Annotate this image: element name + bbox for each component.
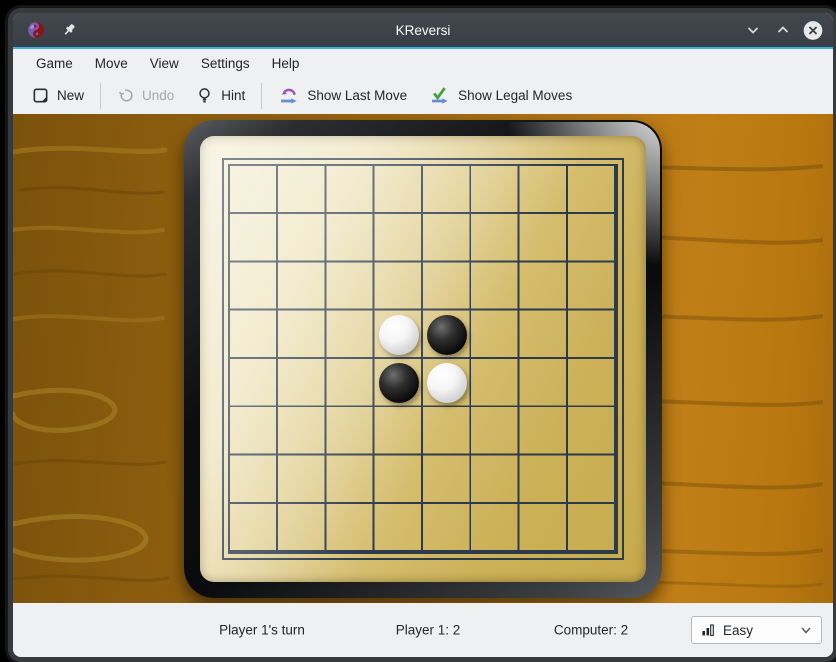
hint-button[interactable]: Hint	[185, 81, 256, 111]
toolbar: New Undo Hint	[13, 77, 833, 114]
menu-settings[interactable]: Settings	[190, 52, 261, 75]
new-button-label: New	[57, 88, 84, 103]
show-legal-moves-button[interactable]: Show Legal Moves	[418, 81, 583, 111]
menubar: Game Move View Settings Help	[13, 49, 833, 77]
game-piece-black	[379, 363, 419, 403]
toolbar-separator	[100, 83, 101, 109]
menu-game[interactable]: Game	[25, 52, 84, 75]
last-move-arrow-icon	[278, 85, 299, 106]
window-title: KReversi	[13, 23, 833, 38]
board-panel	[200, 136, 646, 582]
game-piece-white	[379, 315, 419, 355]
show-last-move-button[interactable]: Show Last Move	[267, 81, 418, 111]
board-frame	[184, 120, 662, 598]
game-piece-white	[427, 363, 467, 403]
turn-status-text: Player 1's turn	[219, 623, 305, 638]
game-area	[13, 114, 833, 603]
game-piece-black	[427, 315, 467, 355]
board-grid[interactable]	[228, 164, 618, 554]
maximize-icon[interactable]	[773, 20, 793, 40]
minimize-icon[interactable]	[743, 20, 763, 40]
hint-button-label: Hint	[221, 88, 245, 103]
menu-move[interactable]: Move	[84, 52, 139, 75]
difficulty-selected-label: Easy	[723, 623, 792, 638]
show-legal-moves-label: Show Legal Moves	[458, 88, 572, 103]
undo-icon	[117, 87, 134, 104]
titlebar: KReversi	[13, 13, 833, 47]
toolbar-separator	[261, 83, 262, 109]
board-grid-outline	[222, 158, 624, 560]
close-icon[interactable]	[803, 20, 823, 40]
difficulty-dropdown[interactable]: Easy	[691, 616, 822, 644]
new-document-icon	[32, 87, 49, 104]
undo-button[interactable]: Undo	[106, 81, 185, 111]
player1-score-text: Player 1: 2	[396, 623, 461, 638]
difficulty-bars-icon	[700, 622, 716, 638]
menu-view[interactable]: View	[139, 52, 190, 75]
computer-score-text: Computer: 2	[554, 623, 628, 638]
legal-moves-check-icon	[429, 85, 450, 106]
statusbar: Player 1's turn Player 1: 2 Computer: 2 …	[13, 603, 833, 657]
kreversi-window: KReversi Game Move View Settings Help	[8, 8, 836, 662]
hint-lightbulb-icon	[196, 87, 213, 104]
window-controls	[743, 20, 823, 40]
kreversi-app-icon[interactable]	[27, 21, 45, 39]
show-last-move-label: Show Last Move	[307, 88, 407, 103]
dropdown-chevron-icon	[799, 623, 813, 637]
menu-help[interactable]: Help	[261, 52, 311, 75]
undo-button-label: Undo	[142, 88, 174, 103]
new-button[interactable]: New	[21, 81, 95, 111]
pin-icon[interactable]	[61, 22, 77, 38]
